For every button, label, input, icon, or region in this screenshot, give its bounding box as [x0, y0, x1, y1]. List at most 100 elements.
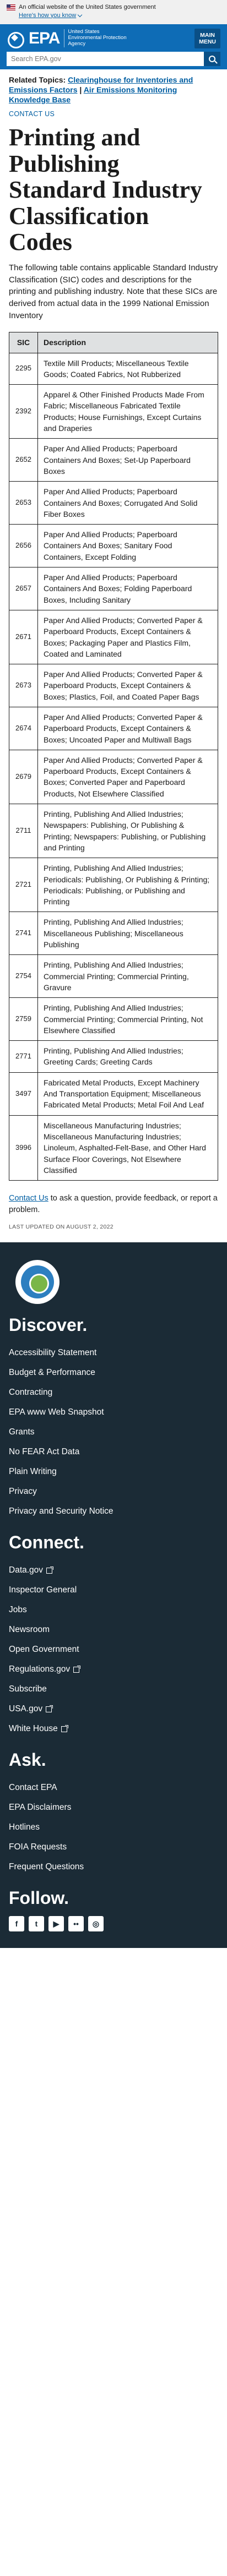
menu-label-line2: MENU — [199, 38, 216, 45]
footer-link-label: Newsroom — [9, 1625, 50, 1635]
table-row: 2711 Printing, Publishing And Allied Indu… — [9, 804, 218, 859]
sic-code-cell: 3996 — [9, 1115, 38, 1181]
footer-link-label: Data.gov — [9, 1565, 44, 1575]
sic-description-cell: Paper And Allied Products; Paperboard Co… — [37, 481, 218, 525]
related-topics: Related Topics: Clearinghouse for Invent… — [9, 69, 218, 105]
twitter-icon[interactable]: t — [29, 1916, 44, 1932]
footer-heading-ask: Ask. — [9, 1750, 46, 1770]
facebook-icon[interactable]: f — [9, 1916, 24, 1932]
footer-link-label: Accessibility Statement — [9, 1348, 97, 1358]
site-header: EPA United States Environmental Protecti… — [0, 24, 227, 69]
sic-description-cell: Paper And Allied Products; Paperboard Co… — [37, 438, 218, 482]
flickr-icon[interactable]: •• — [68, 1916, 84, 1932]
table-row: 2657 Paper And Allied Products; Paperboar… — [9, 567, 218, 610]
footer-link-privacy[interactable]: Privacy — [9, 1482, 218, 1502]
footer-link-label: Frequent Questions — [9, 1862, 84, 1872]
sic-description-cell: Paper And Allied Products; Paperboard Co… — [37, 567, 218, 610]
footer-heading-follow: Follow. — [9, 1888, 69, 1908]
table-row: 2721 Printing, Publishing And Allied Indu… — [9, 858, 218, 913]
external-link-icon — [61, 1724, 68, 1732]
table-row: 2652 Paper And Allied Products; Paperboar… — [9, 438, 218, 482]
table-row: 2392 Apparel & Other Finished Products Ma… — [9, 384, 218, 439]
sic-code-cell: 2657 — [9, 567, 38, 610]
sic-code-cell: 2771 — [9, 1040, 38, 1073]
footer-heading-connect: Connect. — [9, 1532, 84, 1553]
footer-link-label: Budget & Performance — [9, 1368, 95, 1378]
logo-word: EPA — [29, 29, 60, 47]
footer-link-label: Hotlines — [9, 1822, 40, 1832]
footer-link-plain-writing[interactable]: Plain Writing — [9, 1462, 218, 1482]
footer-link-frequent-questions[interactable]: Frequent Questions — [9, 1857, 218, 1877]
chevron-down-icon — [77, 12, 83, 18]
table-row: 2673 Paper And Allied Products; Converted… — [9, 664, 218, 707]
instagram-icon[interactable]: ◎ — [88, 1916, 104, 1932]
table-row: 2771 Printing, Publishing And Allied Indu… — [9, 1040, 218, 1073]
epa-logo-icon — [7, 30, 26, 48]
external-link-icon — [73, 1665, 81, 1673]
last-updated: LAST UPDATED ON AUGUST 2, 2022 — [9, 1224, 114, 1231]
footer-link-contact-epa[interactable]: Contact EPA — [9, 1778, 218, 1798]
footer-link-hotlines[interactable]: Hotlines — [9, 1818, 218, 1837]
footer-link-regulations-gov[interactable]: Regulations.gov — [9, 1660, 218, 1679]
footer-link-jobs[interactable]: Jobs — [9, 1600, 218, 1620]
sic-code-cell: 2671 — [9, 609, 38, 665]
menu-label-line1: MAIN — [200, 31, 215, 39]
contact-us-footer-link[interactable]: Contact Us — [9, 1194, 48, 1203]
sic-code-cell: 2711 — [9, 804, 38, 859]
footer-link-accessibility-statement[interactable]: Accessibility Statement — [9, 1343, 218, 1363]
footer-link-budget-performance[interactable]: Budget & Performance — [9, 1363, 218, 1383]
sic-code-cell: 3497 — [9, 1072, 38, 1116]
table-row: 2759 Printing, Publishing And Allied Indu… — [9, 997, 218, 1041]
footer-link-contracting[interactable]: Contracting — [9, 1383, 218, 1402]
footer-link-label: Plain Writing — [9, 1467, 57, 1477]
external-link-icon — [46, 1566, 54, 1574]
sic-description-cell: Printing, Publishing And Allied Industri… — [37, 912, 218, 956]
table-row: 2741 Printing, Publishing And Allied Indu… — [9, 912, 218, 956]
footer-link-label: Privacy — [9, 1487, 37, 1497]
search-button[interactable] — [204, 51, 220, 66]
youtube-icon[interactable]: ▶ — [48, 1916, 64, 1932]
search-form — [7, 51, 220, 66]
sic-description-cell: Textile Mill Products; Miscellaneous Tex… — [37, 352, 218, 385]
sic-code-cell: 2674 — [9, 707, 38, 750]
footer-link-label: Regulations.gov — [9, 1664, 71, 1674]
main-menu-button[interactable]: MAIN MENU — [194, 28, 220, 48]
epa-logo-link[interactable]: EPA United States Environmental Protecti… — [7, 29, 130, 48]
footer-link-data-gov[interactable]: Data.gov — [9, 1560, 218, 1580]
sic-code-cell: 2653 — [9, 481, 38, 525]
sic-description-cell: Apparel & Other Finished Products Made F… — [37, 384, 218, 439]
sic-code-cell: 2754 — [9, 954, 38, 998]
search-input[interactable] — [7, 51, 204, 66]
footer-link-open-government[interactable]: Open Government — [9, 1640, 218, 1660]
sic-code-cell: 2721 — [9, 858, 38, 913]
sic-description-cell: Printing, Publishing And Allied Industri… — [37, 997, 218, 1041]
sic-description-cell: Paper And Allied Products; Converted Pap… — [37, 749, 218, 805]
footer-link-epa-disclaimers[interactable]: EPA Disclaimers — [9, 1798, 218, 1818]
footer-link-no-fear-act-data[interactable]: No FEAR Act Data — [9, 1442, 218, 1462]
footer-link-privacy-and-security-notice[interactable]: Privacy and Security Notice — [9, 1502, 218, 1521]
site-footer: Discover. Accessibility Statement Budget … — [0, 1242, 227, 1949]
column-header-sic: SIC — [9, 331, 38, 353]
footer-link-grants[interactable]: Grants — [9, 1422, 218, 1442]
how-link-label: Here's how you know — [19, 12, 77, 19]
sic-description-cell: Printing, Publishing And Allied Industri… — [37, 1040, 218, 1073]
column-header-description: Description — [37, 331, 218, 353]
intro-paragraph: The following table contains applicable … — [9, 263, 218, 320]
footer-discover-section: Discover. Accessibility Statement Budget … — [9, 1315, 218, 1521]
heres-how-you-know-link[interactable]: Here's how you know — [19, 12, 83, 20]
footer-link-inspector-general[interactable]: Inspector General — [9, 1580, 218, 1600]
footer-link-epa-www-web-snapshot[interactable]: EPA www Web Snapshot — [9, 1402, 218, 1422]
footer-link-subscribe[interactable]: Subscribe — [9, 1679, 218, 1699]
related-topics-label: Related Topics: — [9, 75, 66, 84]
footer-link-usa-gov[interactable]: USA.gov — [9, 1699, 218, 1719]
sic-code-cell: 2759 — [9, 997, 38, 1041]
footer-link-white-house[interactable]: White House — [9, 1719, 218, 1739]
sic-description-cell: Printing, Publishing And Allied Industri… — [37, 858, 218, 913]
contact-us-link[interactable]: CONTACT US — [9, 110, 218, 118]
footer-link-newsroom[interactable]: Newsroom — [9, 1620, 218, 1640]
official-site-text: An official website of the United States… — [19, 4, 156, 10]
footer-link-foia-requests[interactable]: FOIA Requests — [9, 1837, 218, 1857]
footer-link-label: USA.gov — [9, 1704, 43, 1714]
table-row: 2754 Printing, Publishing And Allied Indu… — [9, 954, 218, 998]
main-content: Related Topics: Clearinghouse for Invent… — [0, 69, 227, 1242]
